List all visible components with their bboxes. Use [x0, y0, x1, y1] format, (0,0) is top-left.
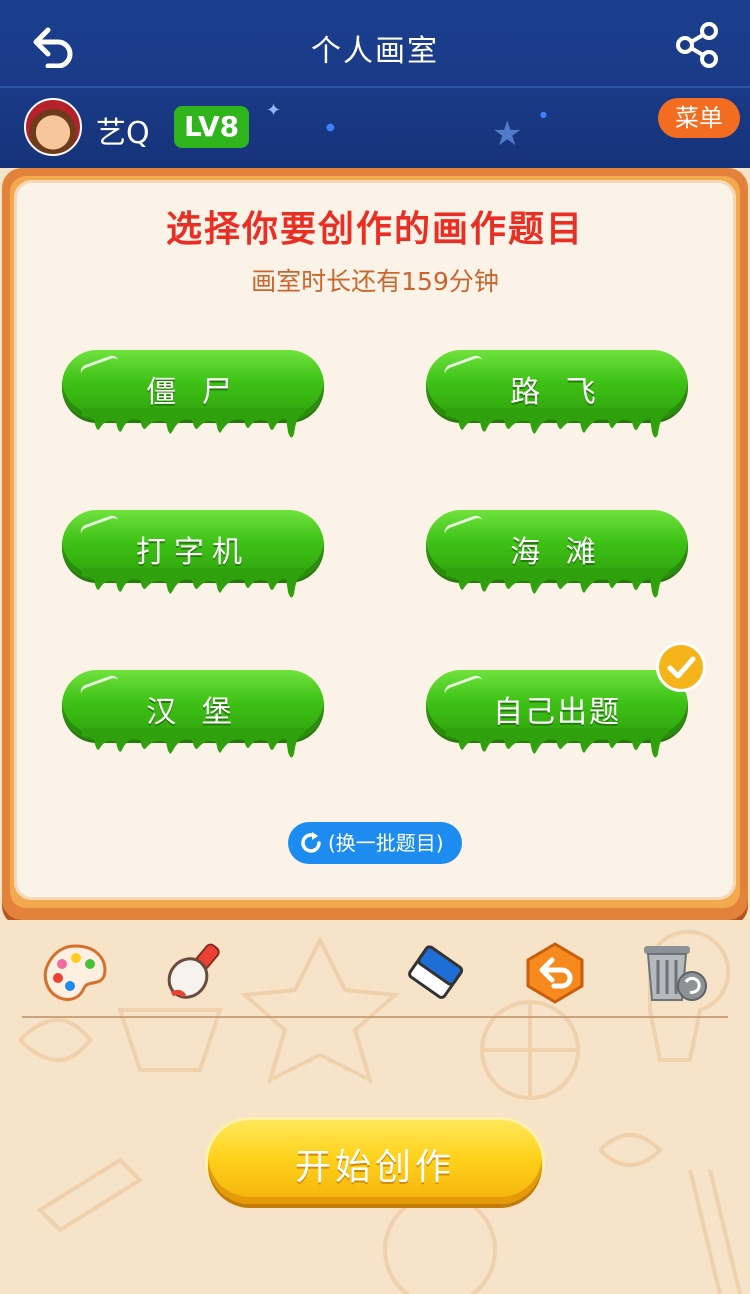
topic-label: 海 滩 [510, 535, 604, 570]
trash-button[interactable] [640, 940, 710, 1006]
avatar[interactable] [24, 98, 82, 156]
toolbar-area [0, 920, 750, 1294]
topic-button[interactable]: 打字机 [62, 510, 324, 598]
toolbar-divider [22, 1016, 728, 1018]
slime-drips-icon [446, 728, 668, 758]
level-badge: LV8 [174, 106, 250, 148]
topic-button-selected[interactable]: 自己出题 [426, 670, 688, 758]
topic-button[interactable]: 海 滩 [426, 510, 688, 598]
topic-button[interactable]: 路 飞 [426, 350, 688, 438]
header-divider [0, 86, 750, 88]
selected-check-icon [656, 642, 706, 692]
eraser-icon [408, 945, 464, 999]
topic-label: 自己出题 [493, 695, 621, 730]
slime-drips-icon [82, 728, 304, 758]
username: 艺Q [96, 116, 150, 151]
menu-button[interactable]: 菜单 [658, 98, 740, 138]
start-creating-button[interactable]: 开始创作 [208, 1120, 542, 1204]
topic-label: 打字机 [136, 535, 250, 570]
topic-label: 僵 尸 [146, 375, 240, 410]
slime-drips-icon [82, 568, 304, 598]
topic-label: 汉 堡 [146, 695, 240, 730]
brush-icon [167, 943, 220, 999]
panel-title: 选择你要创作的画作题目 [165, 209, 584, 250]
trash-icon [644, 946, 707, 1001]
topic-button[interactable]: 僵 尸 [62, 350, 324, 438]
refresh-topics-button[interactable]: (换一批题目) [288, 822, 462, 864]
time-remaining-text: 画室时长还有159分钟 [251, 267, 499, 296]
palette-button[interactable] [40, 940, 110, 1006]
undo-icon [526, 942, 584, 1004]
share-icon [676, 22, 718, 68]
brush-button[interactable] [160, 940, 230, 1006]
star-decoration-icon: ● [326, 122, 335, 133]
refresh-label: (换一批题目) [328, 831, 444, 855]
topic-label: 路 飞 [510, 375, 604, 410]
eraser-button[interactable] [400, 940, 470, 1006]
share-button[interactable] [674, 22, 720, 68]
topic-button[interactable]: 汉 堡 [62, 670, 324, 758]
undo-button[interactable] [520, 940, 590, 1006]
refresh-icon [301, 832, 321, 853]
slime-drips-icon [82, 408, 304, 438]
slime-drips-icon [446, 408, 668, 438]
star-decoration-icon: ★ [492, 114, 523, 154]
star-decoration-icon: ✦ [266, 100, 282, 121]
palette-icon [43, 944, 107, 1002]
start-label: 开始创作 [294, 1147, 455, 1188]
slime-drips-icon [446, 568, 668, 598]
page-title: 个人画室 [311, 34, 439, 69]
doodle-background-icon [18, 929, 742, 1294]
star-decoration-icon: ● [540, 110, 547, 119]
